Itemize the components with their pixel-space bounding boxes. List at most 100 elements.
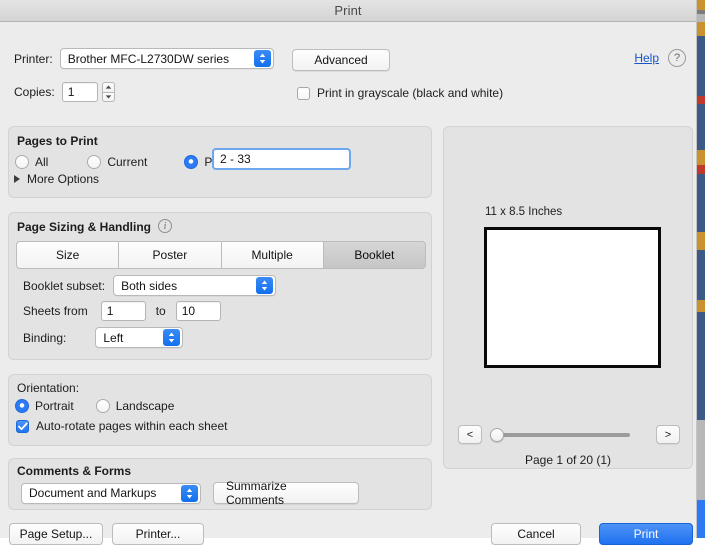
- summarize-comments-button[interactable]: Summarize Comments: [213, 479, 359, 507]
- print-preview-panel: 11 x 8.5 Inches < > Page 1 of 20 (1): [443, 126, 693, 469]
- printer-button[interactable]: Printer...: [112, 523, 204, 545]
- sheets-from-value: 1: [106, 304, 114, 318]
- radio-portrait[interactable]: [15, 399, 29, 413]
- help-icon-glyph: ?: [673, 52, 681, 64]
- copies-input-value: 1: [67, 85, 75, 99]
- grayscale-checkbox[interactable]: [297, 86, 310, 100]
- pages-range-input[interactable]: 2 - 33: [212, 148, 351, 170]
- grayscale-row[interactable]: Print in grayscale (black and white): [297, 86, 503, 100]
- radio-option-portrait[interactable]: Portrait: [15, 399, 74, 413]
- copies-input[interactable]: 1: [61, 82, 98, 102]
- dialog-content: Printer: Brother MFC-L2730DW series Adva…: [0, 22, 696, 545]
- chevron-updown-icon: [253, 50, 271, 67]
- segment-size[interactable]: Size: [16, 241, 119, 269]
- window-titlebar: Print: [0, 0, 696, 22]
- page-sizing-title: Page Sizing & Handling: [17, 220, 152, 234]
- window-title: Print: [334, 3, 362, 18]
- radio-current[interactable]: [87, 155, 102, 169]
- segment-poster-label: Poster: [152, 248, 188, 262]
- info-icon-glyph: i: [163, 220, 167, 232]
- comments-forms-title: Comments & Forms: [17, 464, 132, 478]
- print-button[interactable]: Print: [599, 523, 693, 545]
- radio-option-current[interactable]: Current: [87, 155, 147, 169]
- pages-range-value: 2 - 33: [220, 152, 251, 166]
- sheets-from-label: Sheets from: [23, 304, 88, 318]
- radio-option-all[interactable]: All: [15, 155, 48, 169]
- binding-label: Binding:: [23, 330, 67, 345]
- page-sizing-segmented-control: Size Poster Multiple Booklet: [16, 241, 426, 269]
- help-link[interactable]: Help: [634, 51, 659, 65]
- more-options-disclosure[interactable]: More Options: [14, 172, 99, 186]
- advanced-button-label: Advanced: [314, 53, 368, 67]
- sheets-range-row: Sheets from 1 to 10: [23, 301, 221, 321]
- printer-label: Printer:: [14, 51, 53, 66]
- printer-select[interactable]: Brother MFC-L2730DW series: [59, 48, 274, 69]
- orientation-radios: Portrait Landscape: [15, 399, 196, 413]
- radio-all-label: All: [35, 155, 49, 169]
- segment-size-label: Size: [55, 248, 80, 262]
- sheets-to-label: to: [155, 304, 166, 318]
- comments-forms-group: Comments & Forms Document and Markups Su…: [8, 458, 432, 510]
- chevron-updown-icon: [256, 277, 274, 294]
- copies-label: Copies:: [14, 85, 55, 99]
- page-preview-thumbnail: [484, 227, 661, 368]
- binding-select[interactable]: Left: [95, 327, 184, 348]
- printer-select-value: Brother MFC-L2730DW series: [67, 51, 230, 66]
- grayscale-label: Print in grayscale (black and white): [317, 86, 504, 100]
- chevron-updown-icon: [181, 484, 198, 502]
- print-button-label: Print: [633, 527, 659, 541]
- radio-landscape-label: Landscape: [115, 399, 175, 413]
- radio-landscape[interactable]: [95, 399, 110, 413]
- advanced-button[interactable]: Advanced: [292, 49, 390, 71]
- radio-current-label: Current: [107, 155, 148, 169]
- binding-value: Left: [103, 330, 124, 345]
- booklet-subset-row: Booklet subset: Both sides: [23, 275, 277, 296]
- cancel-button[interactable]: Cancel: [491, 523, 581, 545]
- segment-booklet-label: Booklet: [354, 248, 395, 262]
- copies-stepper-down[interactable]: [101, 91, 115, 102]
- binding-row: Binding: Left: [23, 327, 184, 348]
- page-slider-knob[interactable]: [490, 428, 504, 442]
- copies-stepper-up[interactable]: [101, 82, 115, 92]
- segment-booklet[interactable]: Booklet: [322, 241, 426, 269]
- paper-size-label: 11 x 8.5 Inches: [485, 206, 563, 218]
- radio-option-landscape[interactable]: Landscape: [95, 399, 175, 413]
- sheets-to-value: 10: [181, 304, 196, 318]
- segment-multiple[interactable]: Multiple: [220, 241, 323, 269]
- next-page-button[interactable]: >: [656, 425, 680, 444]
- radio-pages[interactable]: [184, 155, 199, 169]
- autorotate-label: Auto-rotate pages within each sheet: [36, 419, 228, 433]
- printer-button-label: Printer...: [135, 527, 181, 541]
- previous-page-button[interactable]: <: [458, 425, 482, 444]
- copies-stepper[interactable]: [101, 82, 115, 102]
- orientation-title: Orientation:: [17, 381, 80, 395]
- previous-page-label: <: [466, 428, 474, 441]
- cancel-button-label: Cancel: [517, 527, 555, 541]
- comments-forms-row: Document and Markups Summarize Comments: [21, 479, 359, 507]
- orientation-group: Orientation: Portrait Landscape Auto-rot: [8, 374, 432, 446]
- page-setup-button[interactable]: Page Setup...: [9, 523, 103, 545]
- autorotate-row[interactable]: Auto-rotate pages within each sheet: [16, 419, 227, 433]
- next-page-label: >: [664, 428, 672, 441]
- info-icon[interactable]: i: [158, 219, 172, 233]
- sheets-from-input[interactable]: 1: [100, 301, 146, 321]
- comments-forms-select[interactable]: Document and Markups: [21, 482, 201, 504]
- comments-forms-value: Document and Markups: [29, 486, 157, 500]
- print-dialog-window: Print Printer: Brother MFC-L2730DW serie…: [0, 0, 697, 545]
- booklet-subset-select[interactable]: Both sides: [113, 275, 277, 296]
- radio-all[interactable]: [15, 155, 29, 169]
- booklet-subset-label: Booklet subset:: [23, 278, 106, 293]
- page-sizing-group: Page Sizing & Handling i Size Poster Mul…: [8, 212, 432, 360]
- question-mark-icon[interactable]: ?: [668, 49, 686, 67]
- page-count-label: Page 1 of 20 (1): [524, 453, 612, 467]
- sheets-to-input[interactable]: 10: [175, 301, 221, 321]
- more-options-label: More Options: [27, 172, 100, 186]
- segment-poster[interactable]: Poster: [118, 241, 221, 269]
- booklet-subset-value: Both sides: [121, 278, 178, 293]
- radio-portrait-label: Portrait: [35, 399, 74, 413]
- autorotate-checkbox[interactable]: [16, 419, 29, 433]
- triangle-right-icon: [14, 175, 20, 183]
- printer-row: Printer: Brother MFC-L2730DW series: [14, 48, 274, 69]
- page-slider[interactable]: [490, 428, 630, 442]
- summarize-comments-label: Summarize Comments: [226, 479, 287, 507]
